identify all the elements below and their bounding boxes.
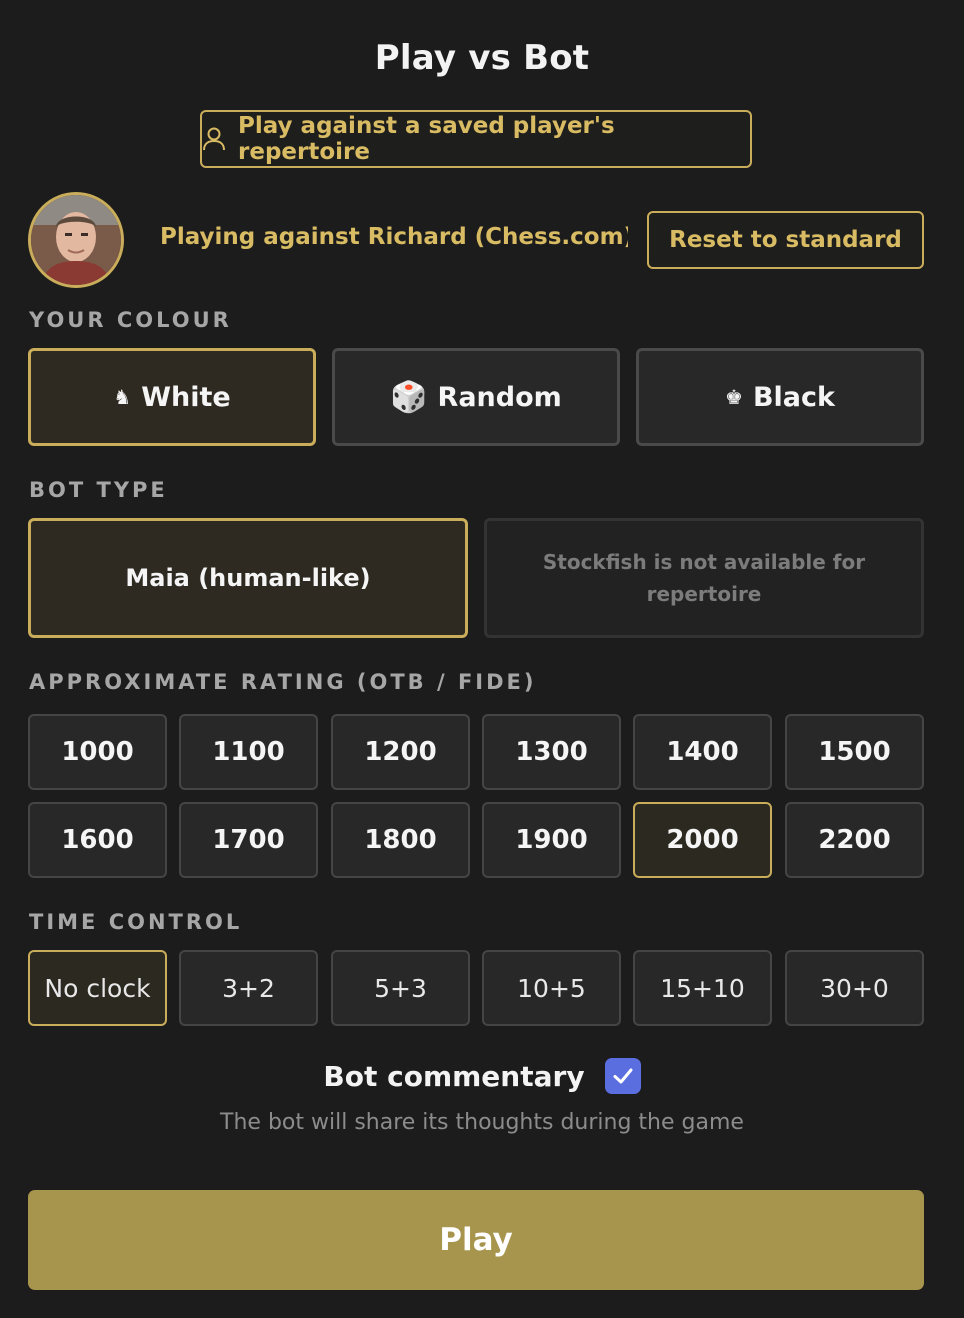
rating-option-selected[interactable]: 2000 <box>633 802 772 878</box>
rating-option[interactable]: 1600 <box>28 802 167 878</box>
knight-icon: ♞ <box>113 385 132 409</box>
opponent-description: Playing against Richard (Chess.com)'... <box>160 224 628 250</box>
time-control-option-selected[interactable]: No clock <box>28 950 167 1026</box>
colour-white-button[interactable]: ♞ White <box>28 348 316 446</box>
your-colour-heading: YOUR COLOUR <box>29 308 232 332</box>
bot-commentary-label: Bot commentary <box>323 1059 585 1093</box>
time-control-option[interactable]: 3+2 <box>179 950 318 1026</box>
colour-random-button[interactable]: 🎲 Random <box>332 348 620 446</box>
bot-type-heading: BOT TYPE <box>29 478 168 502</box>
rating-option[interactable]: 1800 <box>331 802 470 878</box>
rating-option[interactable]: 1100 <box>179 714 318 790</box>
time-control-option[interactable]: 15+10 <box>633 950 772 1026</box>
reset-to-standard-button[interactable]: Reset to standard <box>647 211 924 269</box>
rating-option[interactable]: 2200 <box>785 802 924 878</box>
saved-player-repertoire-label: Play against a saved player's repertoire <box>238 113 615 165</box>
bot-type-maia-button[interactable]: Maia (human-like) <box>28 518 468 638</box>
colour-black-label: Black <box>752 381 835 413</box>
rating-option[interactable]: 1400 <box>633 714 772 790</box>
checkmark-icon <box>613 1068 633 1084</box>
bot-type-stockfish-button: Stockfish is not available for repertoir… <box>484 518 924 638</box>
colour-black-button[interactable]: ♚ Black <box>636 348 924 446</box>
dice-icon: 🎲 <box>390 379 428 415</box>
king-icon: ♚ <box>725 385 743 409</box>
time-control-option[interactable]: 5+3 <box>331 950 470 1026</box>
saved-player-repertoire-button[interactable]: Play against a saved player's repertoire <box>200 110 752 168</box>
page-title: Play vs Bot <box>374 38 590 78</box>
rating-option[interactable]: 1500 <box>785 714 924 790</box>
time-control-option[interactable]: 10+5 <box>482 950 621 1026</box>
rating-option[interactable]: 1900 <box>482 802 621 878</box>
play-button[interactable]: Play <box>28 1190 924 1290</box>
rating-option[interactable]: 1300 <box>482 714 621 790</box>
colour-random-label: Random <box>437 381 562 413</box>
rating-option[interactable]: 1000 <box>28 714 167 790</box>
rating-option[interactable]: 1200 <box>331 714 470 790</box>
bot-commentary-row: Bot commentary <box>0 1058 964 1094</box>
person-icon <box>202 126 226 152</box>
time-control-heading: TIME CONTROL <box>29 910 243 934</box>
colour-white-label: White <box>141 381 231 413</box>
bot-commentary-hint: The bot will share its thoughts during t… <box>220 1110 744 1135</box>
avatar <box>28 192 124 288</box>
bot-commentary-checkbox[interactable] <box>604 1058 641 1094</box>
rating-option[interactable]: 1700 <box>179 802 318 878</box>
rating-heading: APPROXIMATE RATING (OTB / FIDE) <box>29 670 537 694</box>
time-control-option[interactable]: 30+0 <box>785 950 924 1026</box>
